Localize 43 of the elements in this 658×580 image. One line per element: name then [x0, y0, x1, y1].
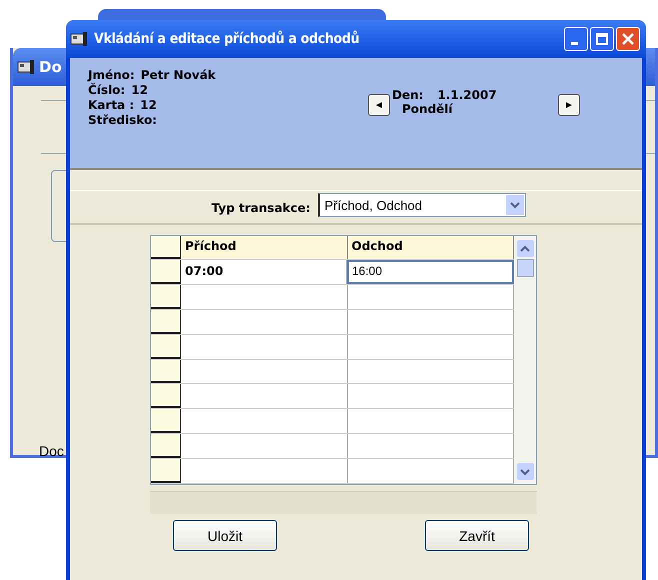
date-value: 1.1.2007: [437, 88, 497, 102]
app-icon: [17, 60, 35, 74]
field-value: Petr Novák: [140, 68, 216, 82]
close-icon: [622, 33, 634, 45]
maximize-button[interactable]: [590, 27, 614, 51]
row-header[interactable]: [151, 409, 181, 434]
cell-editor[interactable]: 16:00: [347, 260, 514, 284]
field-label: Den:: [392, 88, 424, 102]
row-header[interactable]: [151, 360, 181, 384]
row-header[interactable]: [151, 310, 181, 334]
vertical-scrollbar[interactable]: [514, 236, 536, 484]
field-value: 12: [131, 83, 148, 97]
maximize-icon: [596, 33, 608, 45]
field-label: Jméno:: [88, 68, 135, 82]
status-text: Doc: [39, 443, 64, 459]
window-title: Do: [39, 58, 62, 76]
transaction-type-dropdown[interactable]: Příchod, Odchod: [318, 193, 526, 217]
dialog-button[interactable]: Uložit: [173, 520, 277, 551]
scroll-up-icon[interactable]: [516, 240, 534, 257]
close-button[interactable]: [616, 27, 640, 51]
column-header: Příchod: [181, 236, 348, 259]
row-header[interactable]: [151, 434, 181, 458]
window-title: Vkládání a editace příchodů a odchodů: [94, 31, 360, 47]
app-icon: [70, 32, 88, 46]
minimize-button[interactable]: [564, 27, 588, 51]
row-header[interactable]: [151, 260, 181, 284]
weekday-label: Pondělí: [401, 102, 454, 116]
dialog-button[interactable]: Zavřít: [425, 520, 529, 551]
scroll-down-icon[interactable]: [516, 463, 534, 480]
scroll-thumb[interactable]: [516, 259, 534, 277]
row-header[interactable]: [151, 384, 181, 408]
row-header[interactable]: [151, 459, 181, 483]
row-header[interactable]: [151, 284, 181, 309]
minimize-icon: [570, 42, 578, 44]
field-label: Karta :: [88, 98, 134, 112]
field-label: Středisko:: [88, 113, 157, 127]
field-value: 12: [140, 98, 157, 112]
table-cell: 07:00: [181, 260, 347, 284]
field-label: Číslo:: [88, 83, 126, 97]
next-day-button[interactable]: ►: [558, 94, 580, 116]
field-label: Typ transakce:: [212, 201, 310, 215]
previous-day-button[interactable]: ◄: [368, 94, 390, 116]
row-header[interactable]: [151, 334, 181, 358]
